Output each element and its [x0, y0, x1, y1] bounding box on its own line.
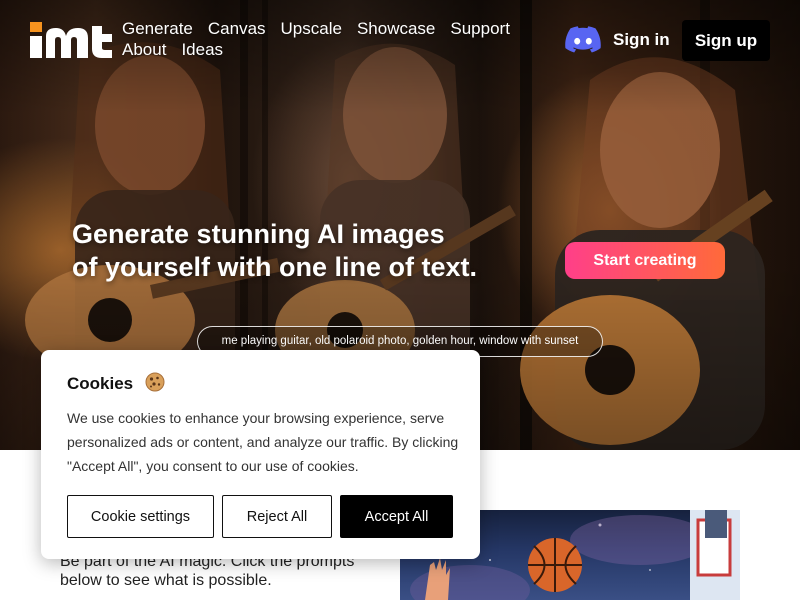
cookie-icon	[145, 372, 165, 392]
nav-showcase[interactable]: Showcase	[357, 20, 435, 38]
discord-icon[interactable]	[565, 26, 601, 54]
nav-about[interactable]: About	[122, 41, 166, 59]
logo[interactable]	[30, 22, 112, 58]
sign-up-button[interactable]: Sign up	[682, 20, 770, 61]
nav-ideas[interactable]: Ideas	[181, 41, 223, 59]
cookie-settings-button[interactable]: Cookie settings	[67, 495, 214, 538]
nav-support[interactable]: Support	[450, 20, 510, 38]
headline-line-2: of yourself with one line of text.	[72, 252, 478, 282]
reject-all-button[interactable]: Reject All	[222, 495, 332, 538]
cookie-title: Cookies	[67, 374, 134, 393]
cookie-description: We use cookies to enhance your browsing …	[67, 410, 459, 474]
sign-in-link[interactable]: Sign in	[613, 30, 670, 50]
start-creating-button[interactable]: Start creating	[565, 242, 725, 279]
nav-generate[interactable]: Generate	[122, 20, 193, 38]
accept-all-button[interactable]: Accept All	[340, 495, 453, 538]
cookie-consent-dialog: Cookies We use cookies to enhance your b…	[41, 350, 480, 559]
headline-line-1: Generate stunning AI images	[72, 219, 445, 249]
hero-headline: Generate stunning AI images of yourself …	[72, 218, 542, 284]
main-nav: Generate Canvas Upscale Showcase Support…	[122, 20, 512, 59]
nav-upscale[interactable]: Upscale	[281, 20, 342, 38]
nav-canvas[interactable]: Canvas	[208, 20, 266, 38]
